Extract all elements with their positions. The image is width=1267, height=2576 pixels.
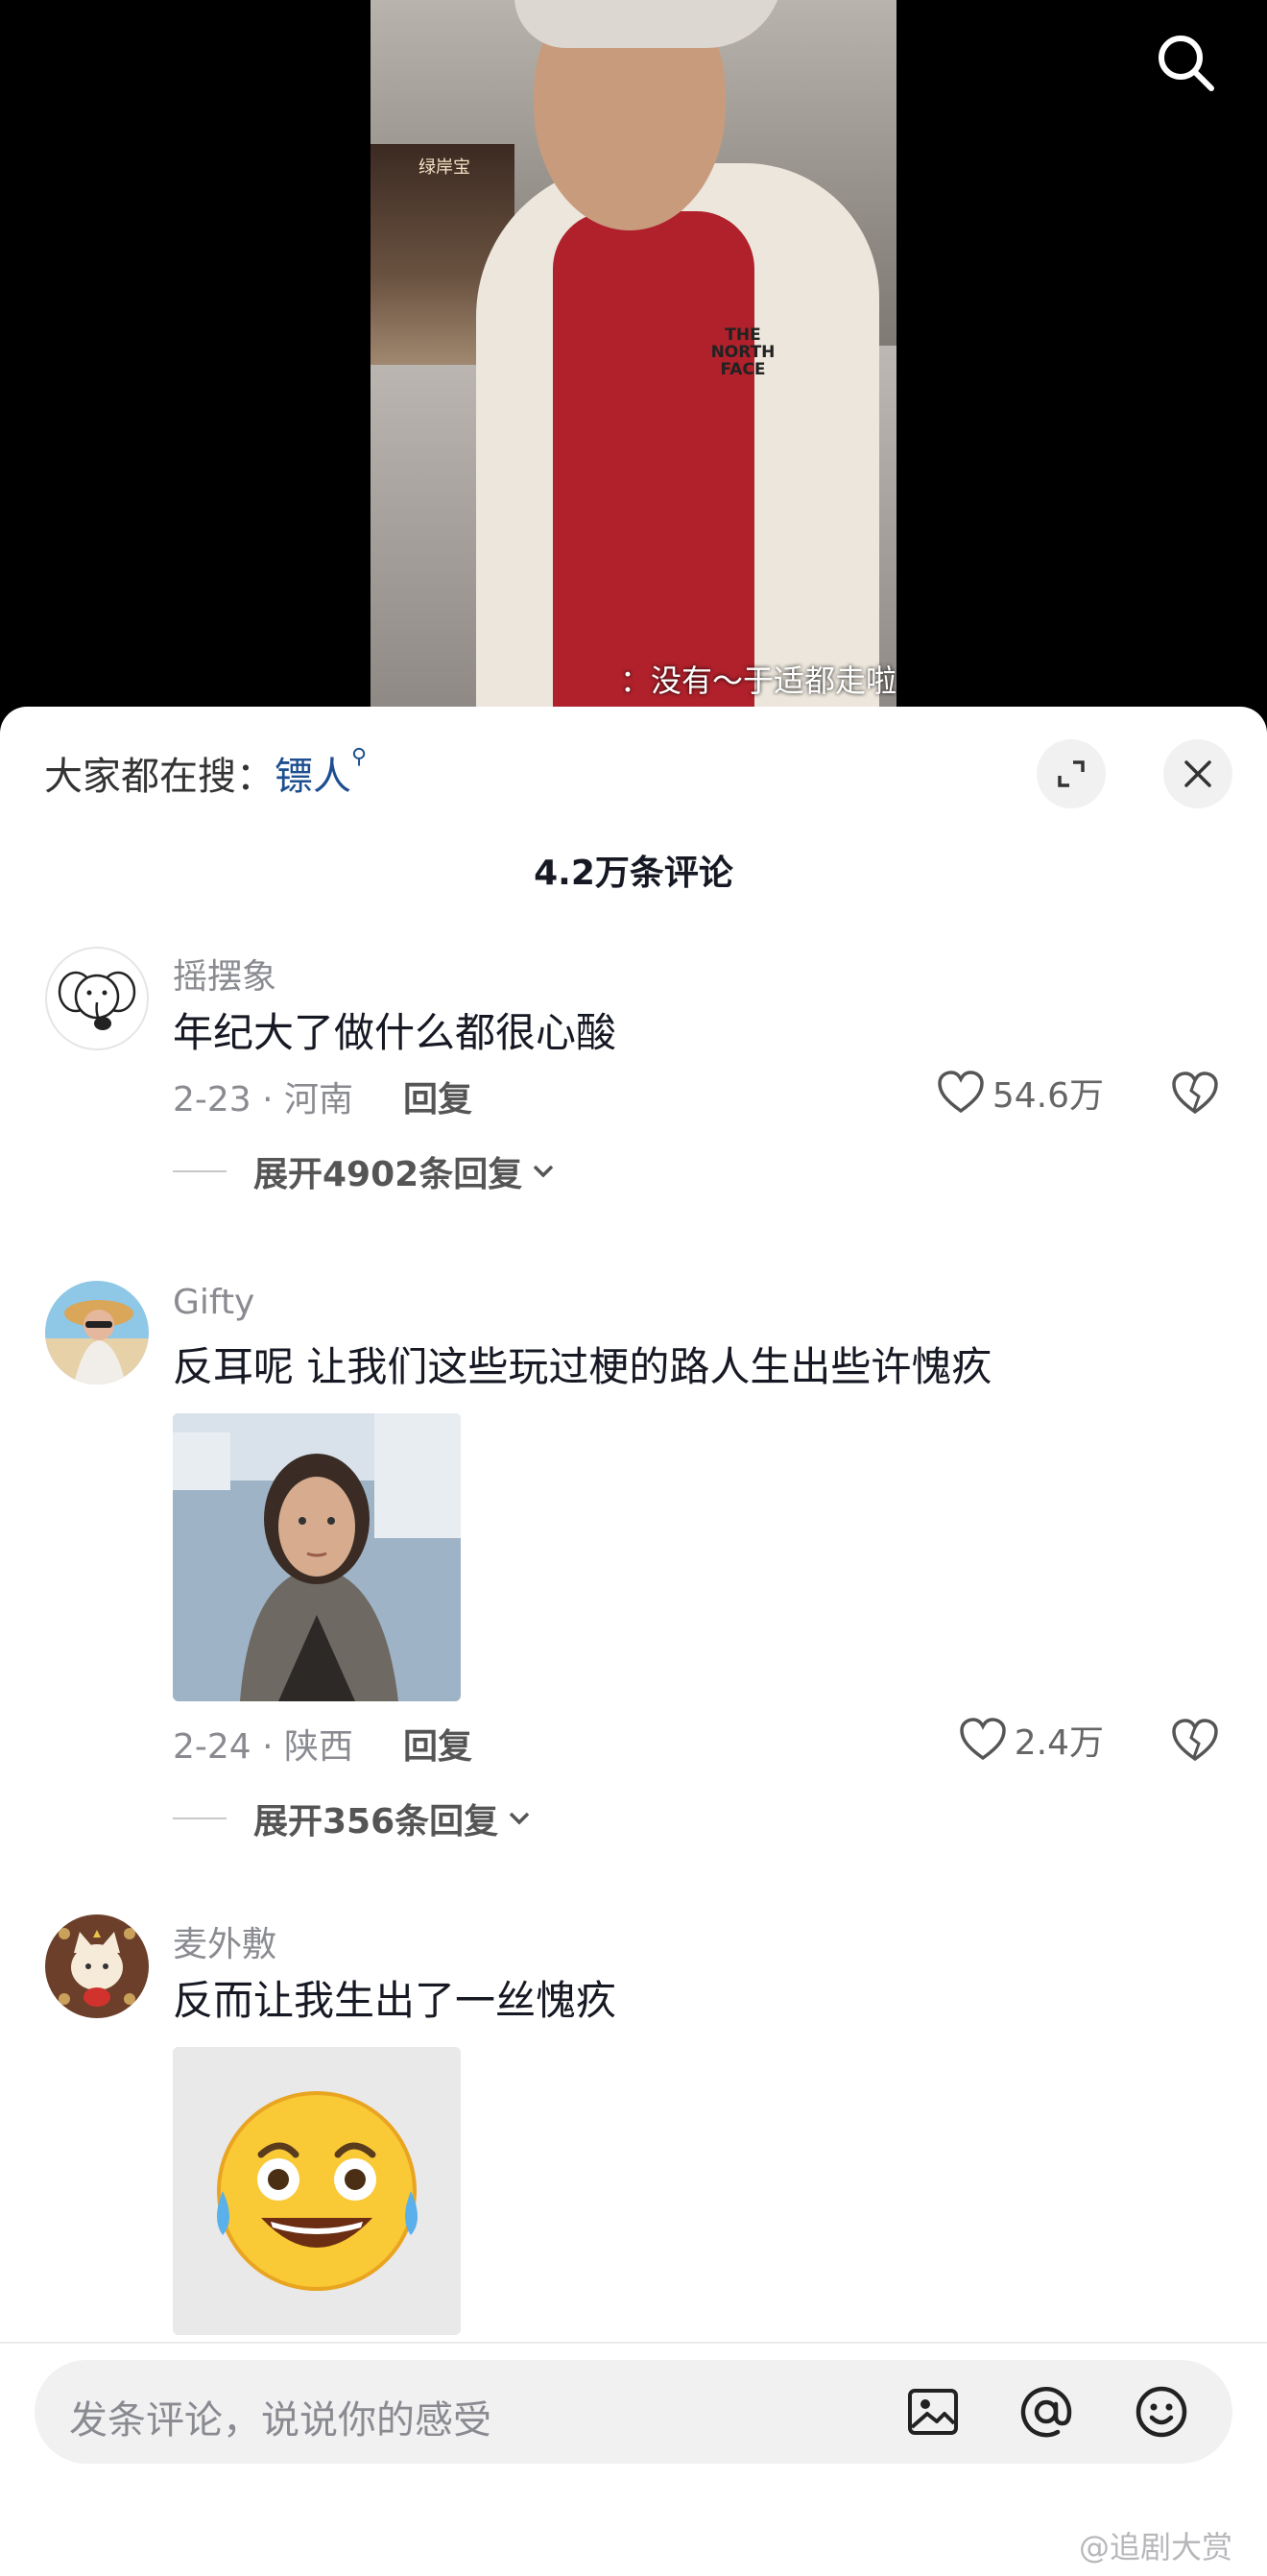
comment-sheet: 大家都在搜：镖人⚲ 4.2万条评论 摇摆象 年纪大了做什么都很心酸 2-23 ·… — [0, 707, 1267, 2576]
comment-meta: 2-23 · 河南 — [173, 1080, 354, 1119]
laughing-crying-emoji-icon — [173, 2047, 461, 2335]
divider — [173, 1818, 227, 1819]
woman-photo-image — [173, 1413, 461, 1701]
comment-image[interactable] — [173, 1413, 461, 1701]
search-icon[interactable] — [1152, 29, 1219, 96]
video-person-cap — [514, 0, 783, 48]
cat-avatar-icon — [45, 1914, 149, 2018]
small-search-icon: ⚲ — [351, 745, 368, 769]
expand-replies-button[interactable]: 展开4902条回复 — [173, 1146, 557, 1196]
like-count: 2.4万 — [1014, 1723, 1104, 1763]
input-divider — [0, 2342, 1267, 2344]
video-player[interactable]: 绿岸宝 THE NORTH FACE ：没有～于适都走啦 — [0, 0, 1267, 730]
close-button[interactable] — [1163, 739, 1232, 808]
expand-replies-label: 展开356条回复 — [253, 1802, 499, 1842]
comment-input-placeholder: 发条评论，说说你的感受 — [69, 2398, 491, 2443]
video-subtitle: ：没有～于适都走啦 — [619, 662, 896, 699]
comment-text: 年纪大了做什么都很心酸 — [173, 1009, 617, 1056]
expand-replies-button[interactable]: 展开356条回复 — [173, 1794, 533, 1843]
chevron-down-icon — [533, 1165, 554, 1178]
comment-username[interactable]: 麦外敷 — [173, 1916, 276, 1966]
trending-search[interactable]: 大家都在搜：镖人⚲ — [44, 745, 367, 801]
like-count: 54.6万 — [992, 1076, 1104, 1116]
comment-item: 麦外敷 反而让我生出了一丝愧疚 — [0, 1914, 1267, 2356]
trending-search-keyword[interactable]: 镖人 — [275, 755, 351, 799]
avatar[interactable] — [45, 947, 149, 1050]
like-button[interactable]: 54.6万 — [937, 1068, 1104, 1118]
reply-button[interactable]: 回复 — [403, 1071, 472, 1121]
comment-username[interactable]: 摇摆象 — [173, 949, 276, 999]
expand-button[interactable] — [1037, 739, 1106, 808]
emoji-icon[interactable] — [1133, 2383, 1190, 2441]
comment-count: 4.2万条评论 — [534, 854, 733, 893]
expand-icon — [1058, 760, 1085, 787]
video-shop-sign: 绿岸宝 — [418, 157, 470, 178]
comment-item: 摇摆象 年纪大了做什么都很心酸 2-23 · 河南 回复 54.6万 展开490… — [0, 947, 1267, 1235]
comment-text: 反耳呢 让我们这些玩过梗的路人生出些许愧疚 — [173, 1343, 992, 1390]
avatar[interactable] — [45, 1281, 149, 1384]
close-icon — [1184, 760, 1211, 787]
dislike-icon[interactable] — [1171, 1717, 1219, 1765]
reply-button[interactable]: 回复 — [403, 1719, 472, 1769]
avatar[interactable] — [45, 1914, 149, 2018]
dislike-icon[interactable] — [1171, 1070, 1219, 1118]
trending-search-prefix: 大家都在搜： — [44, 755, 275, 799]
image-icon[interactable] — [904, 2383, 962, 2441]
chevron-down-icon — [509, 1812, 530, 1825]
comment-image[interactable] — [173, 2047, 461, 2335]
comment-username[interactable]: Gifty — [173, 1283, 254, 1322]
expand-replies-label: 展开4902条回复 — [253, 1155, 523, 1194]
mention-icon[interactable] — [1017, 2383, 1075, 2441]
video-frame: 绿岸宝 THE NORTH FACE ：没有～于适都走啦 — [371, 0, 896, 710]
video-person-shirt — [553, 211, 754, 710]
heart-icon — [938, 1071, 984, 1114]
comment-text: 反而让我生出了一丝愧疚 — [173, 1977, 617, 2024]
comment-item: Gifty 反耳呢 让我们这些玩过梗的路人生出些许愧疚 2-24 · 陕西 回复 — [0, 1281, 1267, 1876]
like-button[interactable]: 2.4万 — [959, 1715, 1104, 1765]
heart-icon — [959, 1718, 1006, 1761]
comment-meta: 2-24 · 陕西 — [173, 1727, 354, 1767]
jacket-logo: THE NORTH FACE — [710, 325, 776, 379]
elephant-avatar-icon — [49, 951, 145, 1047]
divider — [173, 1170, 227, 1172]
beach-avatar-icon — [45, 1281, 149, 1384]
watermark: @追剧大赏 — [1078, 2529, 1232, 2565]
comment-input[interactable]: 发条评论，说说你的感受 — [35, 2360, 1232, 2464]
